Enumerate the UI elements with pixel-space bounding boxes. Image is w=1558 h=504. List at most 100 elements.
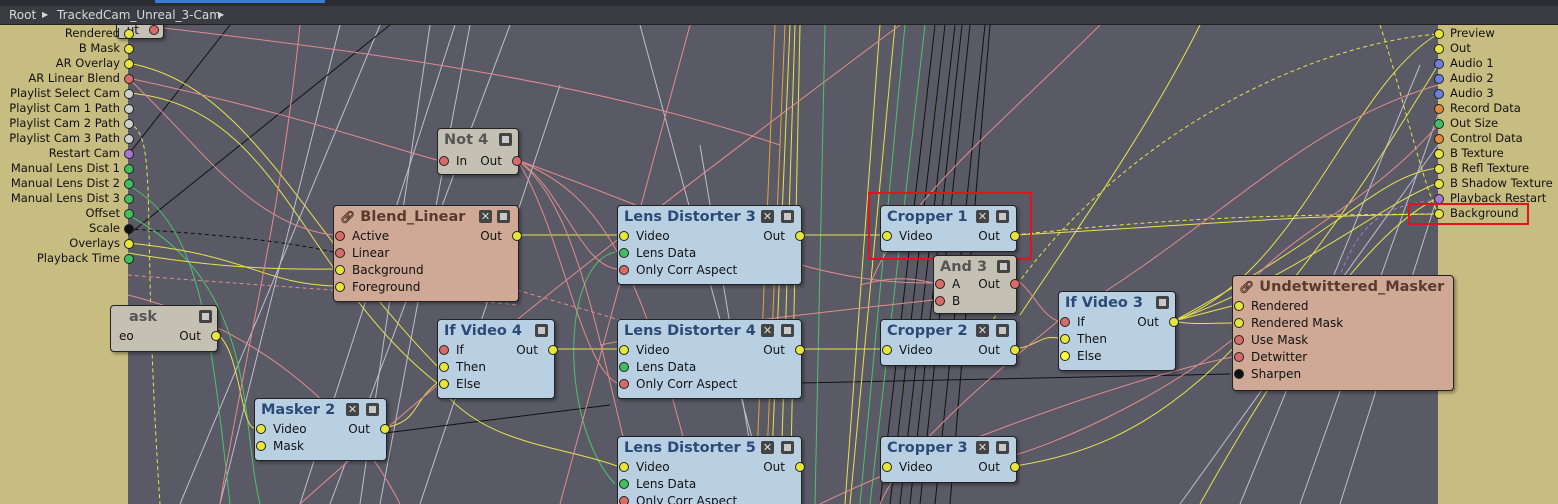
graph-output-pin[interactable]: Audio 1 bbox=[1434, 56, 1494, 71]
node-input-pin[interactable]: Linear bbox=[335, 245, 389, 261]
close-icon[interactable]: ✕ bbox=[346, 403, 359, 416]
node-if-video-4[interactable]: If Video 4 If Then Else Out bbox=[437, 319, 558, 399]
pin-dot[interactable] bbox=[1234, 369, 1244, 379]
graph-output-pin[interactable]: Control Data bbox=[1434, 131, 1523, 146]
pin-dot[interactable] bbox=[619, 462, 629, 472]
node-output-pin[interactable]: Out bbox=[978, 276, 1020, 292]
node-undetwittered-masker[interactable]: 🔗︎ Undetwittered_Masker Rendered Rendere… bbox=[1232, 275, 1454, 391]
node-cropper-3[interactable]: Cropper 3 ✕ Video Out bbox=[880, 436, 1020, 483]
menu-icon[interactable] bbox=[781, 210, 794, 223]
node-output-pin[interactable]: Out bbox=[978, 342, 1020, 358]
node-input-pin[interactable]: Video bbox=[882, 342, 933, 358]
pin-dot[interactable] bbox=[256, 441, 266, 451]
node-output-pin[interactable]: Out bbox=[763, 459, 805, 475]
pin-dot[interactable] bbox=[1434, 119, 1444, 129]
pin-dot[interactable] bbox=[211, 331, 221, 341]
menu-icon[interactable] bbox=[199, 310, 212, 323]
menu-icon[interactable] bbox=[996, 441, 1009, 454]
graph-input-pin[interactable]: Overlays bbox=[0, 236, 134, 251]
pin-dot[interactable] bbox=[124, 104, 134, 114]
pin-dot[interactable] bbox=[124, 149, 134, 159]
graph-output-pin[interactable]: Record Data bbox=[1434, 101, 1521, 116]
pin-dot[interactable] bbox=[1060, 351, 1070, 361]
node-input-pin[interactable]: Video bbox=[619, 459, 670, 475]
node-input-pin[interactable]: In bbox=[439, 153, 467, 169]
pin-dot[interactable] bbox=[1434, 134, 1444, 144]
node-input-pin[interactable]: Video bbox=[619, 342, 670, 358]
pin-dot[interactable] bbox=[619, 379, 629, 389]
pin-dot[interactable] bbox=[439, 379, 449, 389]
graph-input-pin[interactable]: Restart Cam bbox=[0, 146, 134, 161]
close-icon[interactable]: ✕ bbox=[976, 441, 989, 454]
pin-dot[interactable] bbox=[124, 239, 134, 249]
node-output-pin[interactable]: Out bbox=[1137, 314, 1179, 330]
node-input-pin[interactable]: Background bbox=[335, 262, 424, 278]
node-lens-distorter-4[interactable]: Lens Distorter 4 ✕ Video Lens Data Only … bbox=[617, 319, 805, 399]
close-icon[interactable]: ✕ bbox=[479, 210, 492, 223]
pin-dot[interactable] bbox=[935, 296, 945, 306]
node-blend-linear[interactable]: 🔗︎ Blend_Linear ✕ Active Linear Backgrou… bbox=[333, 205, 522, 302]
pin-dot[interactable] bbox=[335, 265, 345, 275]
node-input-pin[interactable]: Else bbox=[439, 376, 481, 392]
graph-input-pin[interactable]: Manual Lens Dist 3 bbox=[0, 191, 134, 206]
graph-input-pin[interactable]: AR Overlay bbox=[0, 56, 134, 71]
pin-dot[interactable] bbox=[1434, 59, 1444, 69]
pin-dot[interactable] bbox=[335, 231, 345, 241]
breadcrumb-root[interactable]: Root bbox=[9, 6, 36, 24]
pin-dot[interactable] bbox=[335, 282, 345, 292]
pin-dot[interactable] bbox=[1434, 44, 1444, 54]
graph-output-pin[interactable]: B Refl Texture bbox=[1434, 161, 1529, 176]
pin-dot[interactable] bbox=[795, 345, 805, 355]
node-not-4[interactable]: Not 4 In Out bbox=[437, 128, 522, 175]
graph-input-pin[interactable]: Playback Time bbox=[0, 251, 134, 266]
pin-dot[interactable] bbox=[439, 362, 449, 372]
menu-icon[interactable] bbox=[499, 133, 512, 146]
node-input-pin[interactable]: Sharpen bbox=[1234, 366, 1301, 382]
menu-icon[interactable] bbox=[1156, 296, 1169, 309]
pin-dot[interactable] bbox=[795, 462, 805, 472]
node-input-pin[interactable]: Lens Data bbox=[619, 476, 696, 492]
graph-output-pin[interactable]: Out Size bbox=[1434, 116, 1498, 131]
graph-output-pin[interactable]: Audio 3 bbox=[1434, 86, 1494, 101]
node-lens-distorter-5[interactable]: Lens Distorter 5 ✕ Video Lens Data Only … bbox=[617, 436, 805, 504]
graph-input-pin[interactable]: Playlist Cam 2 Path bbox=[0, 116, 134, 131]
pin-dot[interactable] bbox=[124, 194, 134, 204]
node-input-pin[interactable]: Video bbox=[882, 459, 933, 475]
node-input-pin[interactable]: Active bbox=[335, 228, 389, 244]
menu-icon[interactable] bbox=[497, 210, 510, 223]
node-if-video-3[interactable]: If Video 3 If Then Else Out bbox=[1058, 291, 1179, 371]
pin-dot[interactable] bbox=[1434, 74, 1444, 84]
node-output-pin[interactable]: Out bbox=[763, 342, 805, 358]
close-icon[interactable]: ✕ bbox=[761, 324, 774, 337]
node-input-pin[interactable]: Foreground bbox=[335, 279, 420, 295]
pin-dot[interactable] bbox=[124, 224, 134, 234]
menu-icon[interactable] bbox=[996, 324, 1009, 337]
pin-dot[interactable] bbox=[935, 279, 945, 289]
graph-output-pin[interactable]: B Shadow Texture bbox=[1434, 176, 1553, 191]
node-input-pin[interactable]: If bbox=[439, 342, 464, 358]
node-output-pin[interactable]: Out bbox=[480, 153, 522, 169]
pin-dot[interactable] bbox=[124, 119, 134, 129]
node-input-pin[interactable]: Rendered Mask bbox=[1234, 315, 1343, 331]
pin-dot[interactable] bbox=[256, 424, 266, 434]
menu-icon[interactable] bbox=[997, 260, 1010, 273]
pin-dot[interactable] bbox=[619, 345, 629, 355]
pin-dot[interactable] bbox=[1010, 279, 1020, 289]
pin-dot[interactable] bbox=[124, 164, 134, 174]
node-input-pin[interactable]: Mask bbox=[256, 438, 304, 454]
pin-dot[interactable] bbox=[1234, 301, 1244, 311]
pin-dot[interactable] bbox=[124, 44, 134, 54]
pin-dot[interactable] bbox=[1434, 104, 1444, 114]
node-output-pin[interactable]: Out bbox=[978, 459, 1020, 475]
graph-input-pin[interactable]: B Mask bbox=[0, 41, 134, 56]
pin-dot[interactable] bbox=[1434, 179, 1444, 189]
pin-dot[interactable] bbox=[548, 345, 558, 355]
graph-input-pin[interactable]: Playlist Cam 3 Path bbox=[0, 131, 134, 146]
pin-dot[interactable] bbox=[124, 209, 134, 219]
pin-dot[interactable] bbox=[512, 156, 522, 166]
pin-dot[interactable] bbox=[619, 479, 629, 489]
graph-input-pin[interactable]: Rendered bbox=[0, 26, 134, 41]
node-input-pin[interactable]: Detwitter bbox=[1234, 349, 1307, 365]
node-partial-mask[interactable]: ask eo Out bbox=[110, 305, 221, 352]
node-input-pin[interactable]: Use Mask bbox=[1234, 332, 1308, 348]
